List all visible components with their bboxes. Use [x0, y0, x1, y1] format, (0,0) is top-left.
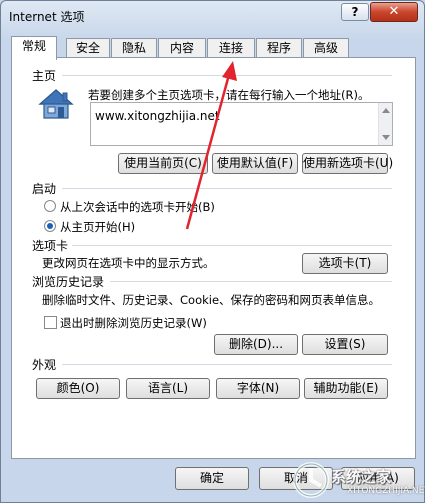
- watermark-subtext: XITONGZHIJIA.NET: [347, 486, 425, 496]
- watermark-text: 系统之家: [331, 468, 392, 486]
- watermark-logo: 系统之家 XITONGZHIJIA.NET: [291, 458, 425, 502]
- internet-options-dialog: Internet 选项 ? ✕ 常规 安全 隐私 内容 连接 程序 高级 主页 …: [0, 0, 425, 503]
- annotation-arrow: [185, 61, 237, 230]
- tab-general[interactable]: 常规: [11, 36, 57, 60]
